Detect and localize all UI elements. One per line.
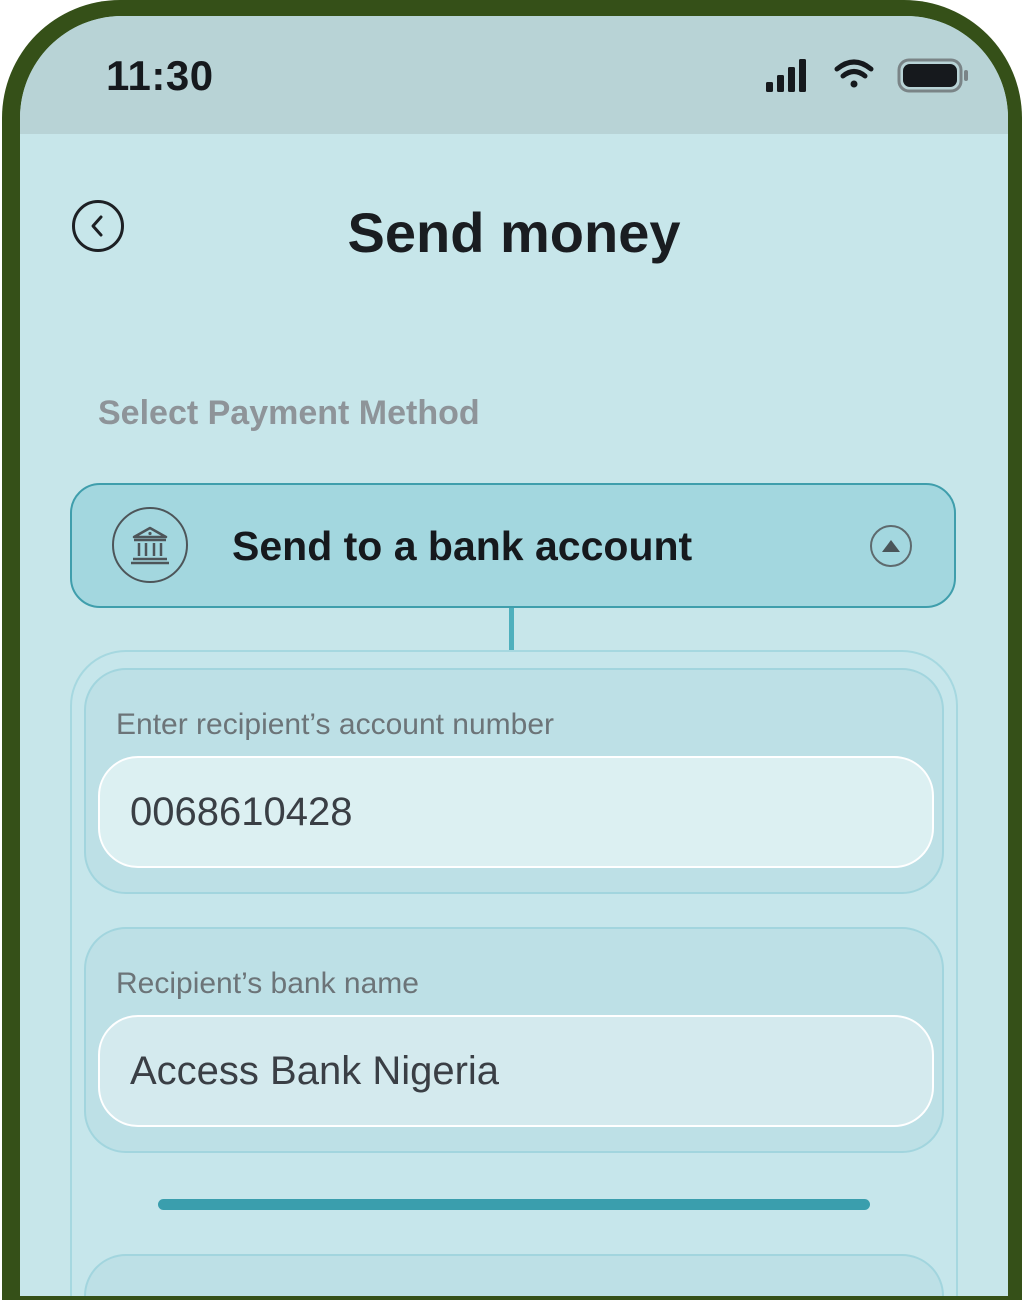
account-number-label: Enter recipient’s account number	[116, 708, 555, 741]
wifi-icon	[834, 59, 874, 88]
phone-frame: 11:30 Send money Select Payment Method S…	[2, 0, 1022, 1300]
bank-name-input[interactable]: Access Bank Nigeria	[98, 1015, 934, 1127]
connector-line	[509, 608, 514, 650]
status-icons	[766, 58, 968, 93]
chevron-up-icon	[882, 540, 900, 552]
collapse-button[interactable]	[870, 525, 912, 567]
progress-fill	[158, 1199, 870, 1210]
page-title: Send money	[347, 201, 681, 264]
battery-icon	[897, 58, 968, 93]
screen: 11:30 Send money Select Payment Method S…	[20, 16, 1008, 1296]
progress-bar	[158, 1199, 870, 1210]
bank-name-label: Recipient’s bank name	[116, 967, 419, 1000]
bank-name-card: Recipient’s bank name Access Bank Nigeri…	[84, 927, 944, 1153]
payment-method-label: Send to a bank account	[232, 523, 693, 569]
status-bar: 11:30	[20, 16, 1008, 134]
account-number-card: Enter recipient’s account number 0068610…	[84, 668, 944, 894]
section-label: Select Payment Method	[98, 394, 480, 432]
signal-icon	[766, 59, 806, 92]
payment-method-card[interactable]: Send to a bank account	[70, 483, 956, 608]
status-time: 11:30	[106, 52, 214, 99]
bank-icon	[112, 507, 188, 583]
account-number-input[interactable]: 0068610428	[98, 756, 934, 868]
next-field-card	[84, 1254, 944, 1296]
